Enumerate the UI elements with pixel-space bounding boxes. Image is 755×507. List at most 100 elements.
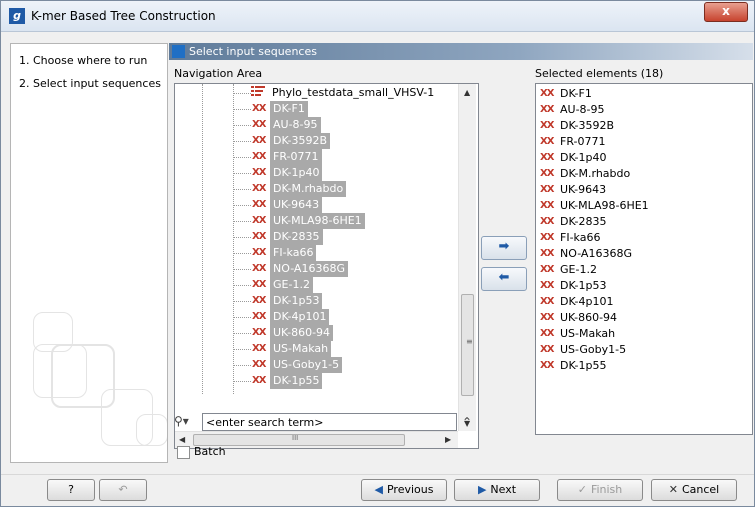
- scroll-left-arrow-icon[interactable]: ◀: [179, 435, 185, 444]
- selected-item-label: UK-9643: [560, 183, 607, 196]
- selected-list-item[interactable]: XX US-Makah: [536, 326, 750, 342]
- tree-connector: [233, 93, 251, 94]
- selected-list-item[interactable]: XX US-Goby1-5: [536, 342, 750, 358]
- selected-list-item[interactable]: XX UK-9643: [536, 182, 750, 198]
- step-select-input-sequences[interactable]: 2. Select input sequences: [19, 77, 161, 90]
- alignment-icon: [251, 86, 265, 96]
- tree-connector: [233, 109, 251, 110]
- remove-from-selection-button[interactable]: ⬅: [481, 267, 527, 291]
- main-content: Select input sequences Navigation Area S…: [169, 43, 753, 461]
- tree-item-sequence[interactable]: XX UK-9643: [175, 197, 458, 213]
- tree-item-label: UK-MLA98-6HE1: [270, 213, 365, 229]
- reset-icon: ↶: [118, 483, 128, 496]
- step-choose-where-to-run[interactable]: 1. Choose where to run: [19, 54, 147, 67]
- tree-item-sequence[interactable]: XX GE-1.2: [175, 277, 458, 293]
- decorative-square-icon: [136, 414, 167, 446]
- panel-header: Select input sequences: [169, 43, 753, 60]
- tree-item-sequence[interactable]: XX DK-1p53: [175, 293, 458, 309]
- add-to-selection-button[interactable]: ➡: [481, 236, 527, 260]
- tree-item-sequence[interactable]: XX DK-2835: [175, 229, 458, 245]
- selected-list-item[interactable]: XX DK-1p53: [536, 278, 750, 294]
- tree-item-sequence[interactable]: XX DK-M.rhabdo: [175, 181, 458, 197]
- tree-item-sequence[interactable]: XX DK-4p101: [175, 309, 458, 325]
- sequence-icon: XX: [252, 199, 266, 210]
- selected-list-item[interactable]: XX NO-A16368G: [536, 246, 750, 262]
- selected-item-label: DK-1p53: [560, 279, 607, 292]
- sequence-icon: XX: [252, 183, 266, 194]
- selected-item-label: GE-1.2: [560, 263, 597, 276]
- search-options-icon[interactable]: ⌃: [462, 415, 472, 429]
- search-input[interactable]: [202, 413, 457, 431]
- selected-item-label: FI-ka66: [560, 231, 601, 244]
- navigation-area-label: Navigation Area: [174, 67, 263, 80]
- sequence-icon: XX: [252, 151, 266, 162]
- search-bar: ⚲▾ ⌃: [174, 413, 477, 433]
- selected-list-item[interactable]: XX FI-ka66: [536, 230, 750, 246]
- help-button[interactable]: ?: [47, 479, 95, 501]
- tree-connector: [233, 157, 251, 158]
- sequence-icon: XX: [540, 280, 554, 291]
- tree-item-sequence[interactable]: XX DK-F1: [175, 101, 458, 117]
- finish-button[interactable]: ✓ Finish: [557, 479, 643, 501]
- batch-checkbox[interactable]: [177, 446, 190, 459]
- selected-item-label: DK-3592B: [560, 119, 615, 132]
- scroll-up-arrow-icon[interactable]: ▲: [464, 88, 470, 97]
- tree-item-alignment[interactable]: Phylo_testdata_small_VHSV-1: [175, 85, 458, 101]
- tree-item-label: FI-ka66: [270, 245, 317, 261]
- selected-list-item[interactable]: XX DK-4p101: [536, 294, 750, 310]
- tree-item-sequence[interactable]: XX US-Makah: [175, 341, 458, 357]
- selected-elements-list[interactable]: XX DK-F1 XX AU-8-95 XX DK-3592B XX FR-0771 XX DK-…: [535, 83, 753, 435]
- reset-button[interactable]: ↶: [99, 479, 147, 501]
- selected-list-item[interactable]: XX GE-1.2: [536, 262, 750, 278]
- selected-list-item[interactable]: XX UK-MLA98-6HE1: [536, 198, 750, 214]
- tree-item-sequence[interactable]: XX DK-3592B: [175, 133, 458, 149]
- tree-item-sequence[interactable]: XX UK-MLA98-6HE1: [175, 213, 458, 229]
- batch-label: Batch: [194, 445, 226, 458]
- sequence-icon: XX: [252, 119, 266, 130]
- selected-list-item[interactable]: XX DK-1p55: [536, 358, 750, 374]
- previous-button[interactable]: ◀ Previous: [361, 479, 447, 501]
- next-button[interactable]: ▶ Next: [454, 479, 540, 501]
- selected-item-label: DK-4p101: [560, 295, 614, 308]
- tree-item-sequence[interactable]: XX NO-A16368G: [175, 261, 458, 277]
- selected-list-item[interactable]: XX DK-F1: [536, 86, 750, 102]
- scroll-right-arrow-icon[interactable]: ▶: [445, 435, 451, 444]
- selected-list-item[interactable]: XX AU-8-95: [536, 102, 750, 118]
- sequence-icon: XX: [252, 375, 266, 386]
- tree-item-sequence[interactable]: XX DK-1p40: [175, 165, 458, 181]
- navigation-tree[interactable]: Phylo_testdata_small_VHSV-1 XX DK-F1 XX AU-8…: [174, 83, 479, 449]
- tree-item-label: DK-M.rhabdo: [270, 181, 347, 197]
- sequence-icon: XX: [540, 344, 554, 355]
- selected-list-item[interactable]: XX DK-M.rhabdo: [536, 166, 750, 182]
- selected-list-item[interactable]: XX DK-3592B: [536, 118, 750, 134]
- title-bar[interactable]: g K-mer Based Tree Construction x: [1, 1, 754, 32]
- selected-list-item[interactable]: XX DK-2835: [536, 214, 750, 230]
- tree-item-label: UK-860-94: [270, 325, 334, 341]
- close-button[interactable]: x: [704, 2, 748, 22]
- cancel-button[interactable]: ✕ Cancel: [651, 479, 737, 501]
- sequence-icon: XX: [252, 167, 266, 178]
- selected-item-label: UK-860-94: [560, 311, 618, 324]
- sequence-icon: XX: [252, 343, 266, 354]
- tree-item-sequence[interactable]: XX UK-860-94: [175, 325, 458, 341]
- sequence-icon: XX: [540, 104, 554, 115]
- tree-item-sequence[interactable]: XX AU-8-95: [175, 117, 458, 133]
- sequence-icon: XX: [540, 232, 554, 243]
- selected-list-item[interactable]: XX UK-860-94: [536, 310, 750, 326]
- selected-list-item[interactable]: XX DK-1p40: [536, 150, 750, 166]
- tree-item-sequence[interactable]: XX US-Goby1-5: [175, 357, 458, 373]
- tree-item-sequence[interactable]: XX DK-1p55: [175, 373, 458, 389]
- tree-item-label: DK-F1: [270, 101, 308, 117]
- selected-list-item[interactable]: XX FR-0771: [536, 134, 750, 150]
- tree-connector: [233, 317, 251, 318]
- vertical-scroll-thumb[interactable]: ≡: [461, 294, 474, 396]
- selected-item-label: DK-1p55: [560, 359, 607, 372]
- tree-item-sequence[interactable]: XX FR-0771: [175, 149, 458, 165]
- dialog-footer: ? ↶ ◀ Previous ▶ Next ✓ Finish ✕ Cancel: [1, 474, 754, 507]
- panel-header-icon: [172, 45, 185, 58]
- vertical-scrollbar[interactable]: ▲ ≡ ▼: [458, 84, 476, 431]
- search-icon[interactable]: ⚲▾: [174, 414, 189, 428]
- tree-item-label: DK-1p55: [270, 373, 323, 389]
- tree-connector: [233, 141, 251, 142]
- tree-item-sequence[interactable]: XX FI-ka66: [175, 245, 458, 261]
